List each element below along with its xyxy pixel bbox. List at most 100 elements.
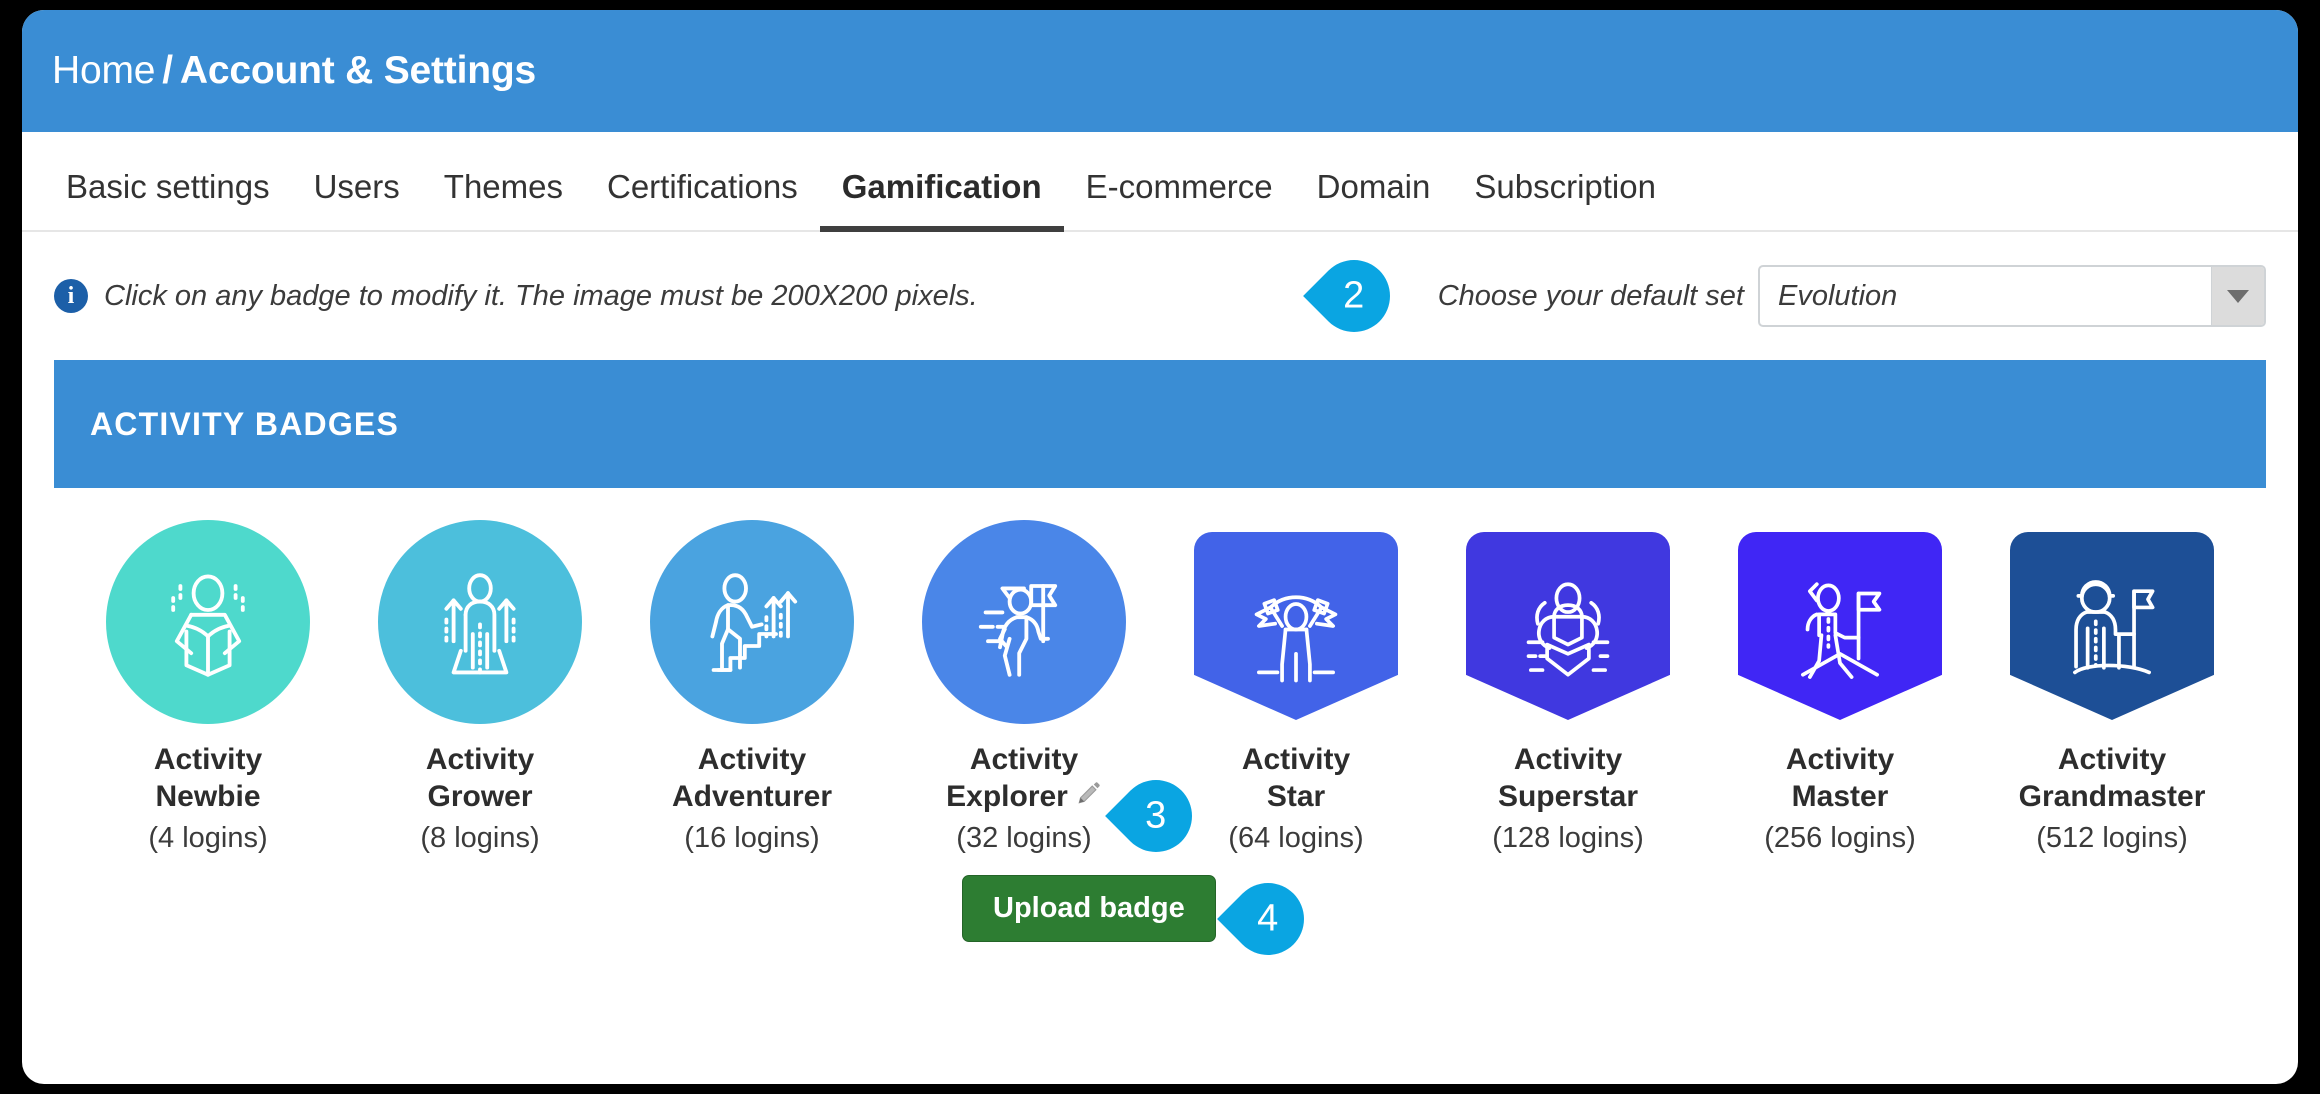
badge-card-star: Activity Star (64 logins) [1160, 532, 1432, 857]
badge-card-grower: Activity Grower (8 logins) [344, 520, 616, 857]
badge-flagwalk-icon [978, 584, 1058, 677]
badge-image-superstar[interactable] [1466, 532, 1670, 720]
controls-row: i Click on any badge to modify it. The i… [22, 232, 2298, 360]
badge-caption: Activity Grandmaster (512 logins) [2019, 742, 2206, 857]
badge-shape-shield [2010, 532, 2214, 720]
section-title: ACTIVITY BADGES [90, 405, 399, 442]
badge-image-grandmaster[interactable] [2010, 532, 2214, 720]
badge-card-adventurer: Activity Adventurer (16 logins) [616, 520, 888, 857]
badge-login-count: (256 logins) [1764, 822, 1916, 855]
badge-card-master: Activity Master (256 logins) [1704, 532, 1976, 857]
badge-card-grandmaster: Activity Grandmaster (512 logins) [1976, 532, 2248, 857]
badge-grid: Activity Newbie (4 logins) Activity Grow… [54, 488, 2266, 867]
breadcrumb-separator: / [162, 49, 173, 92]
upload-badge-button[interactable]: Upload badge [962, 874, 1216, 942]
badge-image-grower[interactable] [378, 520, 582, 724]
pencil-glyph [1078, 781, 1100, 804]
badge-name-line2: Grandmaster [2018, 779, 2206, 813]
badge-caption: Activity Adventurer (16 logins) [672, 742, 832, 857]
badge-name-line1: Activity [2057, 743, 2167, 776]
badge-image-master[interactable] [1738, 532, 1942, 720]
section-header: ACTIVITY BADGES [54, 360, 2266, 488]
badge-card-newbie: Activity Newbie (4 logins) [72, 520, 344, 857]
edit-pencil-icon[interactable] [1076, 779, 1102, 816]
activity-badges-section: ACTIVITY BADGES Activity Newbie (4 login… [22, 360, 2298, 970]
badge-summitflag-icon [1801, 582, 1882, 679]
badge-login-count: (32 logins) [956, 822, 1092, 855]
badge-image-explorer[interactable] [922, 520, 1126, 724]
badge-shape-circle [650, 520, 854, 724]
badge-card-explorer: Activity Explorer (32 logins) 3 [888, 520, 1207, 867]
upload-row: Upload badge 4 [54, 867, 2266, 970]
breadcrumb-current: Account & Settings [179, 49, 536, 92]
badge-name-line1: Activity [697, 743, 807, 776]
tab-basic-settings[interactable]: Basic settings [44, 168, 292, 230]
badge-card-superstar: Activity Superstar (128 logins) [1432, 532, 1704, 857]
callout-marker-4: 4 [1217, 867, 1319, 970]
tab-subscription[interactable]: Subscription [1452, 168, 1678, 230]
badge-image-adventurer[interactable] [650, 520, 854, 724]
tab-e-commerce[interactable]: E-commerce [1064, 168, 1295, 230]
breadcrumb-home-link[interactable]: Home [52, 49, 155, 93]
badge-name-row: Explorer [946, 779, 1102, 816]
badge-name-line2: Adventurer [671, 779, 833, 813]
badge-image-newbie[interactable] [106, 520, 310, 724]
tab-gamification[interactable]: Gamification [819, 168, 1064, 232]
caret-shape [2227, 289, 2249, 303]
badge-login-count: (8 logins) [420, 822, 540, 855]
badge-caption: Activity Master (256 logins) [1764, 742, 1916, 857]
badge-victory-icon [1254, 595, 1338, 683]
badge-login-count: (128 logins) [1492, 822, 1644, 855]
badge-login-count: (16 logins) [684, 822, 820, 855]
badge-shape-shield [1194, 532, 1398, 720]
badge-login-count: (4 logins) [148, 822, 268, 855]
badge-name-line1: Activity [969, 743, 1079, 776]
badge-name-line2: Grower [427, 779, 533, 813]
default-set-selected-value: Evolution [1778, 279, 1898, 312]
badge-name-line2: Newbie [155, 779, 261, 813]
callout-2-number: 2 [1343, 274, 1365, 317]
badge-name-line2: Master [1791, 779, 1889, 813]
badge-image-star[interactable] [1194, 532, 1398, 720]
badge-caption: Activity Explorer (32 logins) [946, 742, 1102, 857]
tab-themes[interactable]: Themes [422, 168, 585, 230]
badge-name-line2: Explorer [946, 779, 1068, 813]
default-set-select[interactable]: Evolution [1758, 265, 2266, 327]
badge-login-count: (64 logins) [1228, 822, 1364, 855]
badge-growth-icon [444, 573, 516, 675]
badge-strength-icon [1526, 582, 1610, 677]
badge-name-line1: Activity [425, 743, 535, 776]
badge-reader-icon [171, 574, 245, 677]
badge-name-line2: Star [1266, 779, 1326, 813]
breadcrumb: Home / Account & Settings [52, 49, 536, 93]
badge-shape-circle [922, 520, 1126, 724]
badge-caption: Activity Newbie (4 logins) [148, 742, 267, 857]
callout-4-number: 4 [1257, 897, 1279, 940]
tab-domain[interactable]: Domain [1295, 168, 1453, 230]
badge-stairs-icon [710, 573, 798, 672]
badge-name-line1: Activity [153, 743, 263, 776]
badge-shape-circle [106, 520, 310, 724]
default-set-group: Choose your default set Evolution [1438, 265, 2266, 327]
info-note: i Click on any badge to modify it. The i… [54, 279, 978, 313]
default-set-label: Choose your default set [1437, 279, 1744, 312]
badge-name-line2: Superstar [1497, 779, 1639, 813]
badge-name-line1: Activity [1785, 743, 1895, 776]
app-page: Home / Account & Settings Basic settings… [22, 10, 2298, 1084]
info-note-text: Click on any badge to modify it. The ima… [104, 279, 978, 312]
badge-shape-shield [1738, 532, 1942, 720]
badge-caption: Activity Superstar (128 logins) [1492, 742, 1644, 857]
badge-caption: Activity Star (64 logins) [1228, 742, 1363, 857]
tab-users[interactable]: Users [292, 168, 422, 230]
badge-shape-circle [378, 520, 582, 724]
settings-tabbar: Basic settings Users Themes Certificatio… [22, 132, 2298, 232]
page-header: Home / Account & Settings [22, 10, 2298, 132]
screenshot-frame: Home / Account & Settings Basic settings… [0, 0, 2320, 1094]
badge-name-line1: Activity [1241, 743, 1351, 776]
chevron-down-icon[interactable] [2211, 267, 2264, 325]
info-circle-icon: i [54, 279, 88, 313]
badge-name-line1: Activity [1513, 743, 1623, 776]
badge-caption: Activity Grower (8 logins) [420, 742, 539, 857]
badge-shape-shield [1466, 532, 1670, 720]
tab-certifications[interactable]: Certifications [585, 168, 820, 230]
